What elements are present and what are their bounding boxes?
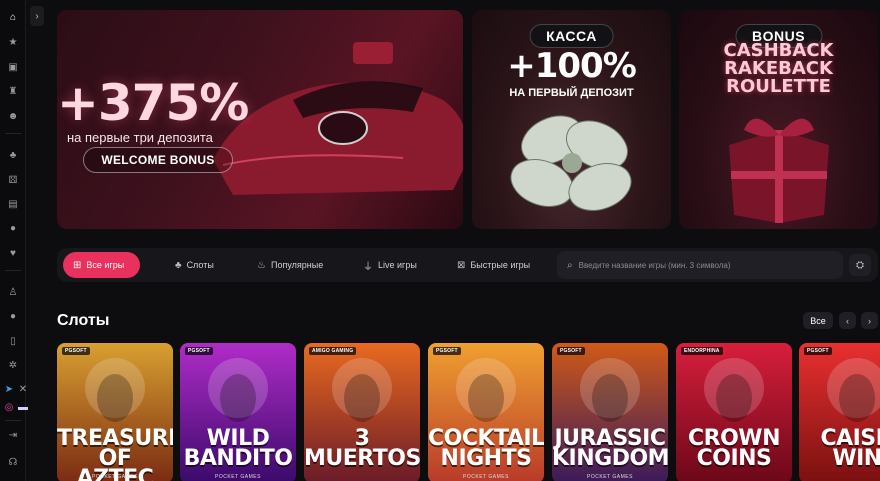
sidebar-divider — [5, 270, 21, 271]
game-title-line: COINS — [696, 446, 772, 471]
game-title-line: KINGDOM — [552, 446, 668, 471]
game-category-bar: ⊞ Все игры ♣ Слоты ♨ Популярные ⏚ Live и… — [57, 248, 878, 282]
provider-badge: ENDORPHINA — [681, 347, 723, 355]
users-icon[interactable]: ☻ — [6, 109, 20, 123]
tab-label: Все игры — [86, 260, 125, 270]
document-icon[interactable]: ▤ — [6, 197, 20, 211]
dice-icon[interactable]: ⚄ — [6, 173, 20, 187]
live-icon: ⏚ — [363, 261, 373, 273]
game-title-line: NIGHTS — [440, 446, 532, 471]
provider-badge: PGSOFT — [557, 347, 585, 355]
logout-icon[interactable]: ⇥ — [6, 428, 20, 442]
sidebar: ⌂ ★ ▣ ♜ ☻ ♣ ⚄ ▤ ● ♥ ♙ ● ▯ ✲ ➤ ✕ ◎ ▬ ⇥ ☊ — [0, 0, 28, 481]
search-icon: ⌕ — [567, 259, 573, 271]
kassa-label: КАССА — [529, 24, 614, 48]
game-title: 3 MUERTOS — [304, 426, 420, 471]
kassa-subtitle: НА ПЕРВЫЙ ДЕПОЗИТ — [509, 87, 634, 99]
game-card[interactable]: PGSOFT TREASURES OF AZTEC POCKET GAMES — [57, 343, 173, 481]
x-icon[interactable]: ✕ — [16, 382, 30, 396]
game-title: CROWN COINS — [676, 428, 792, 471]
chevron-left-icon: ‹ — [846, 315, 849, 326]
section-title: Слоты — [57, 312, 110, 329]
game-search: ⌕ — [557, 251, 843, 279]
tab-slots[interactable]: ♣ Слоты — [175, 252, 214, 278]
search-input[interactable] — [578, 260, 829, 270]
provider-badge: PGSOFT — [62, 347, 90, 355]
tab-live-games[interactable]: ⏚ Live игры — [363, 252, 417, 278]
money-clover-image — [510, 115, 632, 211]
tab-label: Live игры — [378, 260, 417, 270]
phone-icon[interactable]: ▯ — [6, 334, 20, 348]
game-card[interactable]: PGSOFT WILD BANDITO POCKET GAMES — [180, 343, 296, 481]
kassa-banner[interactable]: КАССА +100% НА ПЕРВЫЙ ДЕПОЗИТ — [472, 10, 671, 229]
drop-icon[interactable]: ● — [6, 221, 20, 235]
game-title: JURASSIC KINGDOM — [552, 428, 668, 471]
provider-badge: PGSOFT — [804, 347, 832, 355]
flag-icon[interactable]: ▬ — [16, 400, 30, 414]
sidebar-collapse-button[interactable]: › — [30, 6, 44, 26]
telegram-icon[interactable]: ➤ — [2, 382, 16, 396]
game-card[interactable]: PGSOFT JURASSIC KINGDOM POCKET GAMES — [552, 343, 668, 481]
prev-button[interactable]: ‹ — [839, 312, 856, 329]
game-provider: POCKET GAMES — [463, 474, 509, 480]
game-title-line: WIN — [832, 446, 880, 471]
see-all-button[interactable]: Все — [803, 312, 833, 329]
tab-all-games[interactable]: ⊞ Все игры — [63, 252, 141, 278]
provider-badge: PGSOFT — [433, 347, 461, 355]
cherries-icon[interactable]: ♣ — [6, 148, 20, 162]
game-title: COCKTAIL NIGHTS — [428, 428, 544, 471]
game-card[interactable]: PGSOFT CAISH WIN — [799, 343, 880, 481]
welcome-bonus-button[interactable]: WELCOME BONUS — [83, 147, 233, 173]
welcome-percent: +375% — [57, 74, 249, 132]
tab-label: Быстрые игры — [470, 260, 531, 270]
chevron-right-icon: › — [868, 315, 871, 326]
next-button[interactable]: › — [861, 312, 878, 329]
provider-badge: AMIGO GAMING — [309, 347, 357, 355]
game-provider: POCKET GAMES — [587, 474, 633, 480]
settings-icon[interactable]: ✲ — [6, 358, 20, 372]
trophy-icon[interactable]: ♜ — [6, 84, 20, 98]
cherries-icon: ♣ — [175, 259, 182, 271]
shapes-icon: ⊠ — [457, 259, 466, 271]
welcome-subtitle: на первые три депозита — [67, 130, 213, 145]
user-icon[interactable]: ♙ — [6, 285, 20, 299]
tab-label: Популярные — [270, 260, 324, 270]
game-provider: POCKET GAMES — [92, 474, 138, 480]
chat-icon[interactable]: ● — [6, 309, 20, 323]
home-icon[interactable]: ⌂ — [6, 10, 20, 24]
heart-icon[interactable]: ♥ — [6, 246, 20, 260]
support-icon[interactable]: ☊ — [6, 455, 20, 469]
sidebar-divider — [5, 133, 21, 134]
welcome-bonus-banner[interactable]: +375% на первые три депозита WELCOME BON… — [57, 10, 463, 229]
sidebar-divider — [5, 420, 21, 421]
instagram-icon[interactable]: ◎ — [2, 400, 16, 414]
tab-fast-games[interactable]: ⊠ Быстрые игры — [457, 252, 530, 278]
provider-badge: PGSOFT — [185, 347, 213, 355]
game-card[interactable]: PGSOFT COCKTAIL NIGHTS POCKET GAMES — [428, 343, 544, 481]
star-icon[interactable]: ★ — [6, 35, 20, 49]
game-title: WILD BANDITO — [180, 428, 296, 471]
game-provider: POCKET GAMES — [215, 474, 261, 480]
gamepad-icon: ⛭ — [856, 259, 864, 271]
game-title-line: TREASURES OF — [57, 426, 173, 471]
game-title-line: 3 MUERTOS — [304, 426, 420, 471]
gift-icon[interactable]: ▣ — [6, 60, 20, 74]
game-title: CAISH WIN — [799, 428, 880, 471]
game-title-line: BANDITO — [183, 446, 293, 471]
game-card[interactable]: ENDORPHINA CROWN COINS — [676, 343, 792, 481]
bonus-banner[interactable]: BONUS CASHBACK RAKEBACK ROULETTE — [679, 10, 878, 229]
grid-icon: ⊞ — [73, 259, 82, 271]
fire-icon: ♨ — [257, 259, 266, 271]
roulette-text: ROULETTE — [726, 76, 831, 97]
bonus-lines: CASHBACK RAKEBACK ROULETTE — [679, 42, 878, 96]
gift-box-image — [729, 118, 829, 223]
tab-label: Слоты — [186, 260, 214, 270]
game-provider-button[interactable]: ⛭ — [849, 254, 871, 276]
tab-popular[interactable]: ♨ Популярные — [257, 252, 323, 278]
kassa-percent: +100% — [507, 46, 637, 86]
game-card[interactable]: AMIGO GAMING 3 MUERTOS — [304, 343, 420, 481]
